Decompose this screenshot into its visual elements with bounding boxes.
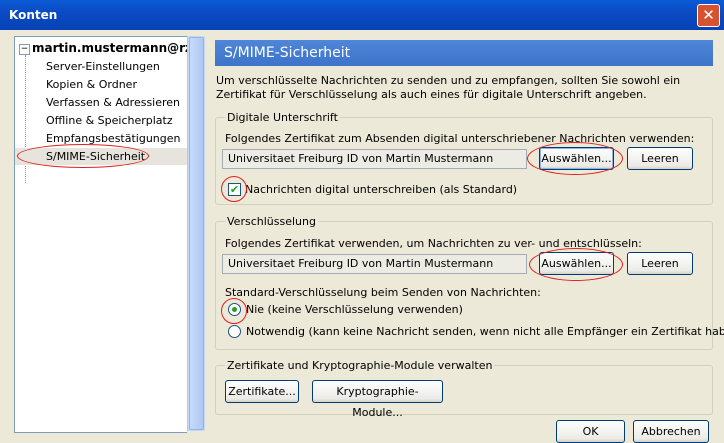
radio-selected-dot <box>232 307 237 312</box>
intro-text: Um verschlüsselte Nachrichten zu senden … <box>216 74 681 101</box>
accounts-dialog: Konten ✕ − martin.mustermann@rz Server-Ei… <box>0 0 724 443</box>
cancel-button[interactable]: Abbrechen <box>633 420 709 443</box>
encryption-select-button[interactable]: Auswählen... <box>539 252 614 275</box>
radio-never-encrypt-label: Nie (keine Verschlüsselung verwenden) <box>246 303 463 316</box>
signing-certificate-field[interactable]: Universitaet Freiburg ID von Martin Must… <box>222 149 527 169</box>
tree-account-root[interactable]: − martin.mustermann@rz <box>19 41 187 55</box>
sign-by-default-label: Nachrichten digital unterschreiben (als … <box>245 183 518 196</box>
sidebar-item-copies-folders[interactable]: Kopien & Ordner <box>46 78 137 91</box>
signing-description: Folgendes Zertifikat zum Absenden digita… <box>225 132 695 145</box>
sign-by-default-checkbox[interactable]: ✔ <box>228 183 241 196</box>
signing-legend: Digitale Unterschrift <box>225 111 340 124</box>
encryption-legend: Verschlüsselung <box>225 215 318 228</box>
signing-clear-button[interactable]: Leeren <box>627 147 693 170</box>
close-button[interactable]: ✕ <box>697 4 720 27</box>
modules-legend: Zertifikate und Kryptographie-Module ver… <box>225 359 495 372</box>
scrollbar-thumb[interactable] <box>189 37 204 430</box>
sidebar-item-offline-storage[interactable]: Offline & Speicherplatz <box>46 114 173 127</box>
radio-required-encrypt-label: Notwendig (kann keine Nachricht senden, … <box>246 325 724 338</box>
page-title: S/MIME-Sicherheit <box>215 40 713 66</box>
radio-never-encrypt[interactable] <box>228 303 241 316</box>
radio-required-encrypt[interactable] <box>228 325 241 338</box>
encryption-clear-button[interactable]: Leeren <box>627 252 693 275</box>
default-encryption-label: Standard-Verschlüsselung beim Senden von… <box>225 286 541 299</box>
window-title: Konten <box>9 8 58 22</box>
collapse-icon[interactable]: − <box>19 44 30 55</box>
certificates-button[interactable]: Zertifikate... <box>225 380 299 403</box>
sidebar-scrollbar[interactable] <box>187 36 205 431</box>
sidebar-item-server-settings[interactable]: Server-Einstellungen <box>46 60 160 73</box>
sidebar-item-composition[interactable]: Verfassen & Adressieren <box>46 96 180 109</box>
account-name: martin.mustermann@rz <box>32 41 187 55</box>
signing-select-button[interactable]: Auswählen... <box>539 147 614 170</box>
account-tree: − martin.mustermann@rz Server-Einstellung… <box>14 36 187 433</box>
title-bar[interactable]: Konten ✕ <box>0 0 724 30</box>
sidebar-item-smime-security[interactable]: S/MIME-Sicherheit <box>15 148 187 165</box>
crypto-modules-button[interactable]: Kryptographie-Module... <box>312 380 443 419</box>
encryption-certificate-field[interactable]: Universitaet Freiburg ID von Martin Must… <box>222 254 527 274</box>
encryption-description: Folgendes Zertifikat verwenden, um Nachr… <box>225 237 642 250</box>
settings-pane: S/MIME-Sicherheit Um verschlüsselte Nach… <box>208 36 724 443</box>
ok-button[interactable]: OK <box>556 420 625 443</box>
sidebar-item-receipts[interactable]: Empfangsbestätigungen <box>46 132 181 145</box>
